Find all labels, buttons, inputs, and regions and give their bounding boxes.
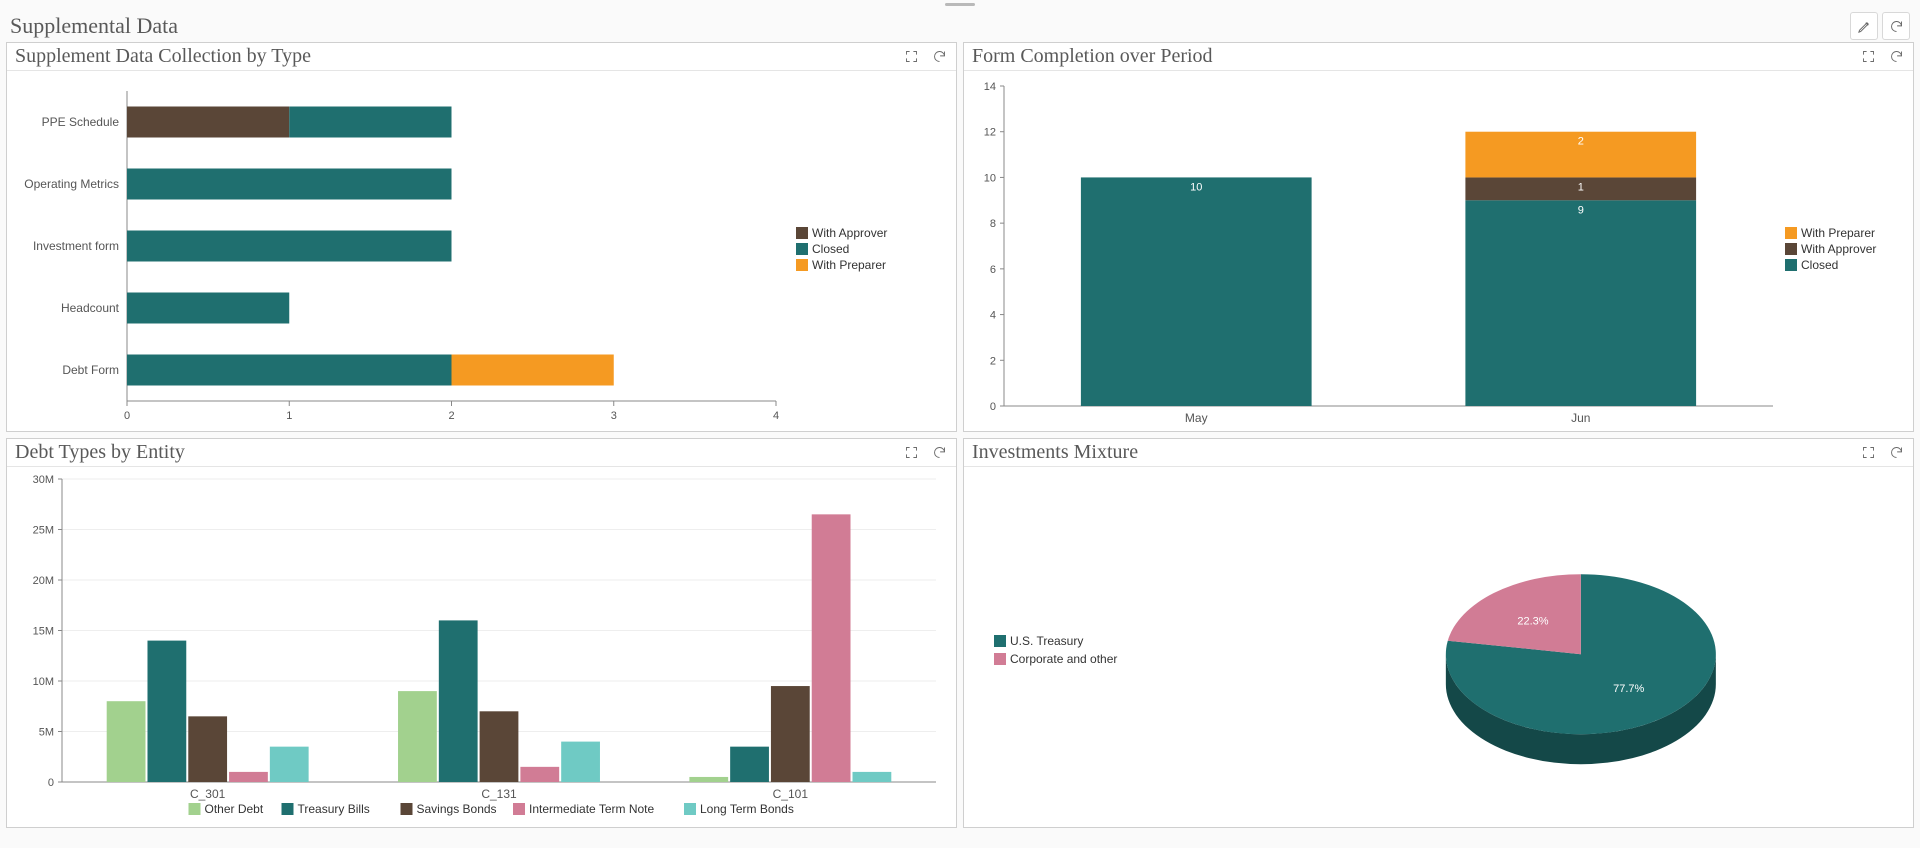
svg-text:C_131: C_131 (481, 787, 517, 801)
svg-text:U.S. Treasury: U.S. Treasury (1010, 634, 1083, 648)
refresh-icon[interactable] (1887, 444, 1905, 462)
svg-text:0: 0 (48, 777, 54, 789)
svg-text:8: 8 (990, 218, 996, 230)
dashboard-actions (1850, 12, 1910, 40)
chart-form-completion: 02468101214May10Jun912With PreparerWith … (964, 71, 1913, 431)
refresh-icon[interactable] (1882, 12, 1910, 40)
svg-text:22.3%: 22.3% (1517, 616, 1548, 628)
svg-text:Savings Bonds: Savings Bonds (417, 802, 497, 816)
svg-text:Closed: Closed (812, 242, 849, 256)
svg-text:4: 4 (773, 410, 779, 422)
chart-investments-mixture: 77.7% 22.3% U.S. Treasury Corporate and oth… (964, 467, 1913, 827)
svg-text:4: 4 (990, 310, 996, 322)
svg-text:12: 12 (984, 127, 996, 139)
maximize-icon[interactable] (902, 444, 920, 462)
svg-text:May: May (1185, 411, 1208, 425)
panel-title: Form Completion over Period (972, 45, 1213, 68)
maximize-icon[interactable] (1859, 444, 1877, 462)
maximize-icon[interactable] (1859, 48, 1877, 66)
svg-text:30M: 30M (33, 474, 54, 486)
panel-supplement-data-collection: Supplement Data Collection by Type 0 1 2 3 4… (6, 42, 957, 432)
refresh-icon[interactable] (1887, 48, 1905, 66)
svg-text:C_301: C_301 (190, 787, 226, 801)
svg-text:10M: 10M (33, 676, 54, 688)
dashboard-header: Supplemental Data (0, 8, 1920, 42)
svg-text:With Approver: With Approver (812, 226, 887, 240)
svg-text:2: 2 (990, 355, 996, 367)
svg-text:With Preparer: With Preparer (1801, 226, 1875, 240)
chart-debt-types: 0 5M 10M 15M 20M 25M 30M C_301 C_131 C_101 Other D… (7, 467, 956, 827)
svg-text:5M: 5M (39, 727, 54, 739)
svg-text:3: 3 (611, 410, 617, 422)
svg-text:Treasury Bills: Treasury Bills (298, 802, 370, 816)
svg-text:With Approver: With Approver (1801, 242, 1876, 256)
svg-text:0: 0 (124, 410, 130, 422)
svg-text:Long Term Bonds: Long Term Bonds (700, 802, 794, 816)
svg-text:C_101: C_101 (773, 787, 809, 801)
svg-text:10: 10 (1190, 181, 1202, 193)
svg-text:15M: 15M (33, 626, 54, 638)
svg-text:Operating Metrics: Operating Metrics (24, 177, 119, 191)
svg-text:1: 1 (286, 410, 292, 422)
maximize-icon[interactable] (902, 48, 920, 66)
svg-text:0: 0 (990, 401, 996, 413)
dashboard-title: Supplemental Data (10, 13, 178, 39)
svg-text:2: 2 (1578, 136, 1584, 148)
svg-text:10: 10 (984, 172, 996, 184)
chart-supplement-by-type: 0 1 2 3 4 PPE Schedule Operating Metrics Invest… (7, 71, 956, 431)
svg-text:With Preparer: With Preparer (812, 258, 886, 272)
refresh-icon[interactable] (930, 444, 948, 462)
panel-debt-types: Debt Types by Entity 0 5M 10M 15M 20M 25M 30M C… (6, 438, 957, 828)
svg-text:Corporate and other: Corporate and other (1010, 652, 1117, 666)
svg-text:Other Debt: Other Debt (205, 802, 264, 816)
svg-text:Closed: Closed (1801, 258, 1838, 272)
panel-form-completion: Form Completion over Period 02468101214M… (963, 42, 1914, 432)
svg-text:6: 6 (990, 264, 996, 276)
svg-text:2: 2 (448, 410, 454, 422)
svg-text:20M: 20M (33, 575, 54, 587)
svg-text:9: 9 (1578, 204, 1584, 216)
panel-title: Investments Mixture (972, 441, 1138, 464)
svg-text:Investment form: Investment form (33, 239, 119, 253)
panel-investments-mixture: Investments Mixture 77.7% 22.3% U.S. Treas… (963, 438, 1914, 828)
svg-text:Jun: Jun (1571, 411, 1590, 425)
svg-text:Intermediate Term Note: Intermediate Term Note (529, 802, 654, 816)
svg-text:25M: 25M (33, 525, 54, 537)
svg-text:77.7%: 77.7% (1613, 683, 1644, 695)
svg-text:1: 1 (1578, 181, 1584, 193)
svg-text:14: 14 (984, 81, 996, 93)
panel-title: Supplement Data Collection by Type (15, 45, 311, 68)
refresh-icon[interactable] (930, 48, 948, 66)
svg-text:PPE Schedule: PPE Schedule (42, 115, 120, 129)
svg-text:Debt Form: Debt Form (62, 363, 119, 377)
window-drag-handle[interactable] (0, 0, 1920, 8)
panel-title: Debt Types by Entity (15, 441, 185, 464)
svg-text:Headcount: Headcount (61, 301, 120, 315)
edit-icon[interactable] (1850, 12, 1878, 40)
